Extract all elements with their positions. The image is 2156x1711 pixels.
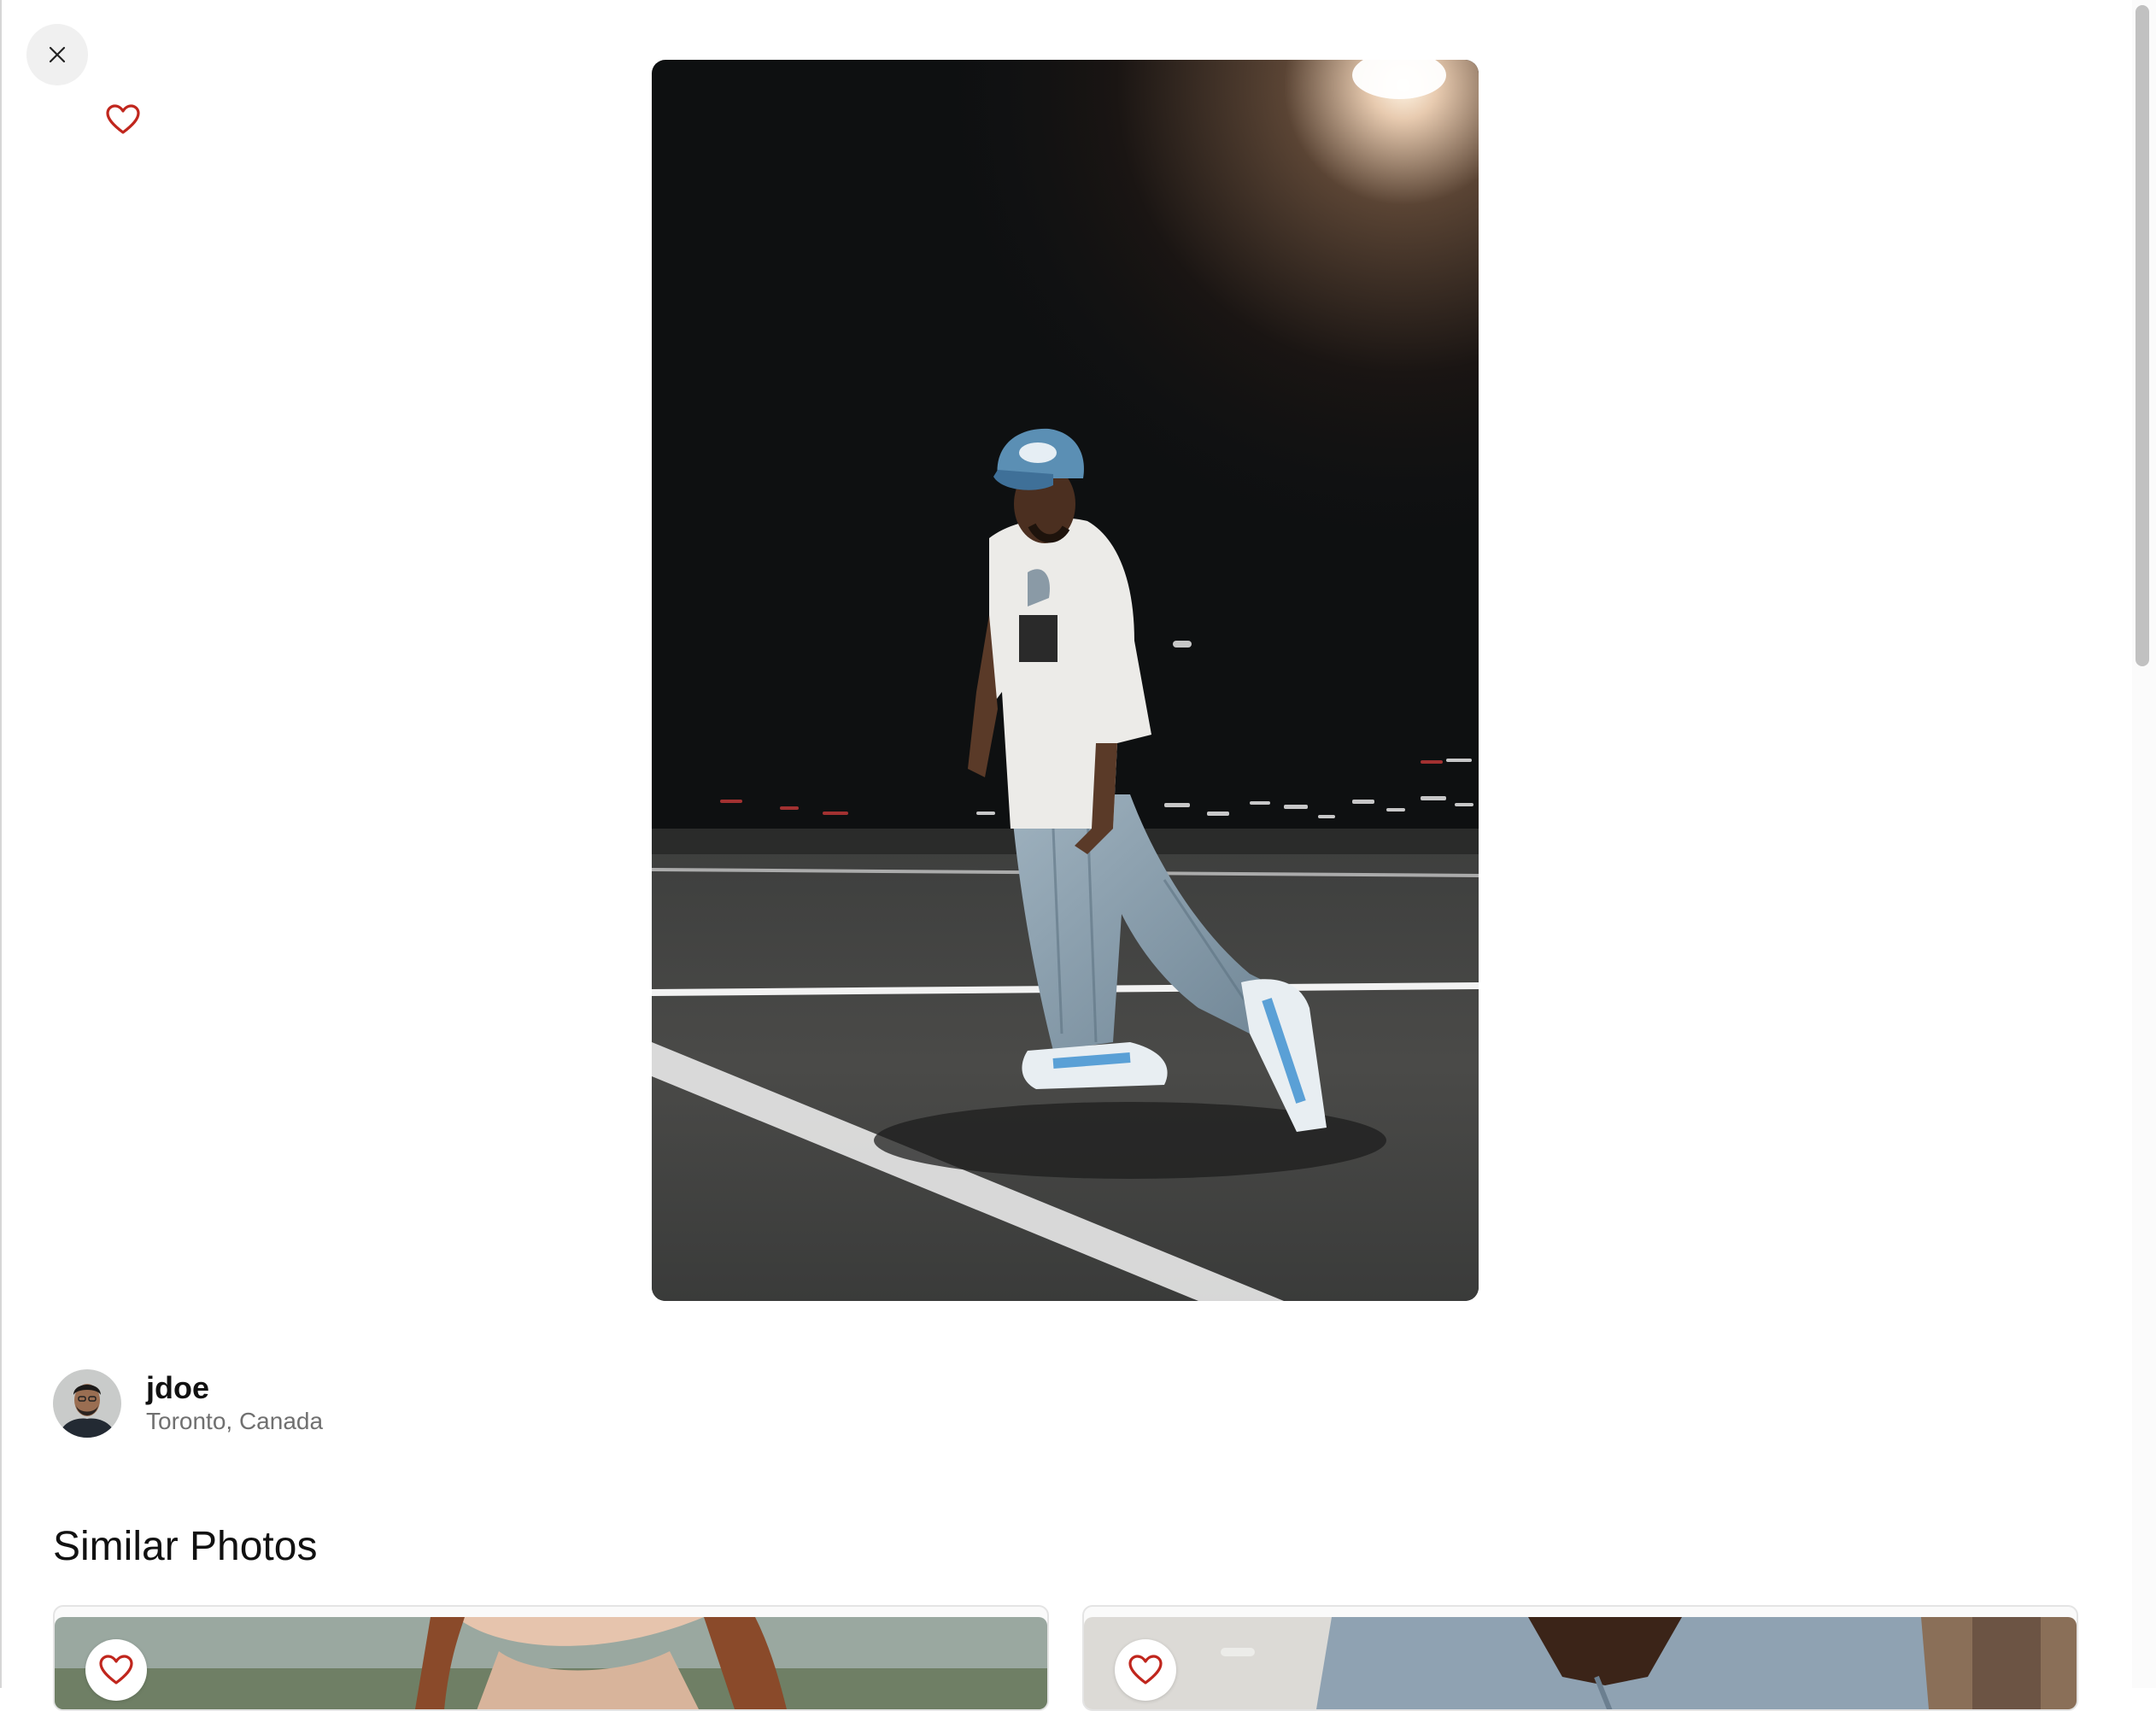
similar-photo-card[interactable] [1082,1605,2078,1711]
close-icon [49,46,66,63]
avatar[interactable] [53,1369,121,1438]
card-favorite-button[interactable] [1115,1639,1176,1701]
card-favorite-button[interactable] [85,1639,147,1701]
similar-photo-thumbnail[interactable] [55,1617,1047,1709]
heart-outline-icon [99,1655,133,1685]
close-button[interactable] [26,24,88,85]
heart-outline-icon [1128,1655,1163,1685]
author-location: Toronto, Canada [146,1408,324,1434]
author-name[interactable]: jdoe [146,1371,323,1405]
window-edge [0,0,2,1688]
similar-photo-thumbnail[interactable] [1084,1617,2077,1709]
favorite-button[interactable] [103,99,144,140]
similar-photos-title: Similar Photos [53,1524,318,1569]
author-info[interactable]: jdoe Toronto, Canada [53,1369,323,1438]
scrollbar-thumb[interactable] [2135,5,2149,666]
similar-photo-card[interactable] [53,1605,1049,1711]
heart-outline-icon [106,104,140,134]
main-photo [652,60,1479,1301]
